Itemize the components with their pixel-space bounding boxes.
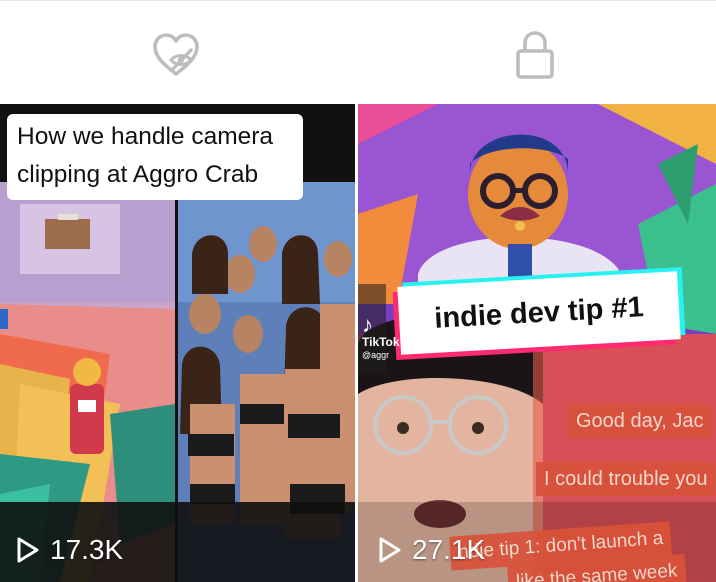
tiktok-logo-icon: ♪ [362,312,373,337]
liked-hidden-icon [153,33,199,76]
video-tile-2[interactable]: Good day, Jac I could trouble you ndie t… [358,104,716,582]
tiktok-watermark: ♪ TikTok @aggr [362,314,400,362]
view-count: 17.3K [16,534,123,566]
tab-private-videos[interactable] [507,27,563,83]
watermark-brand: TikTok [362,335,400,349]
lock-icon [516,31,554,79]
view-count-value: 17.3K [50,534,124,565]
play-icon [379,537,401,563]
dialogue-line-2: I could trouble you [536,462,716,496]
dialogue-line-1: Good day, Jac [568,404,712,438]
watermark-handle: @aggr [362,350,390,360]
video-grid: How we handle camera clipping at Aggro C… [0,104,716,582]
video-caption: How we handle camera clipping at Aggro C… [7,114,303,200]
tab-liked-videos[interactable] [148,27,204,83]
video-tile-1[interactable]: How we handle camera clipping at Aggro C… [0,104,355,582]
play-icon [17,537,39,563]
caption-line-2: clipping at Aggro Crab [17,161,259,188]
view-count: 27.1K [378,534,485,566]
profile-tab-bar [0,0,716,105]
view-count-value: 27.1K [412,534,486,565]
caption-line-1: How we handle camera [17,123,274,150]
